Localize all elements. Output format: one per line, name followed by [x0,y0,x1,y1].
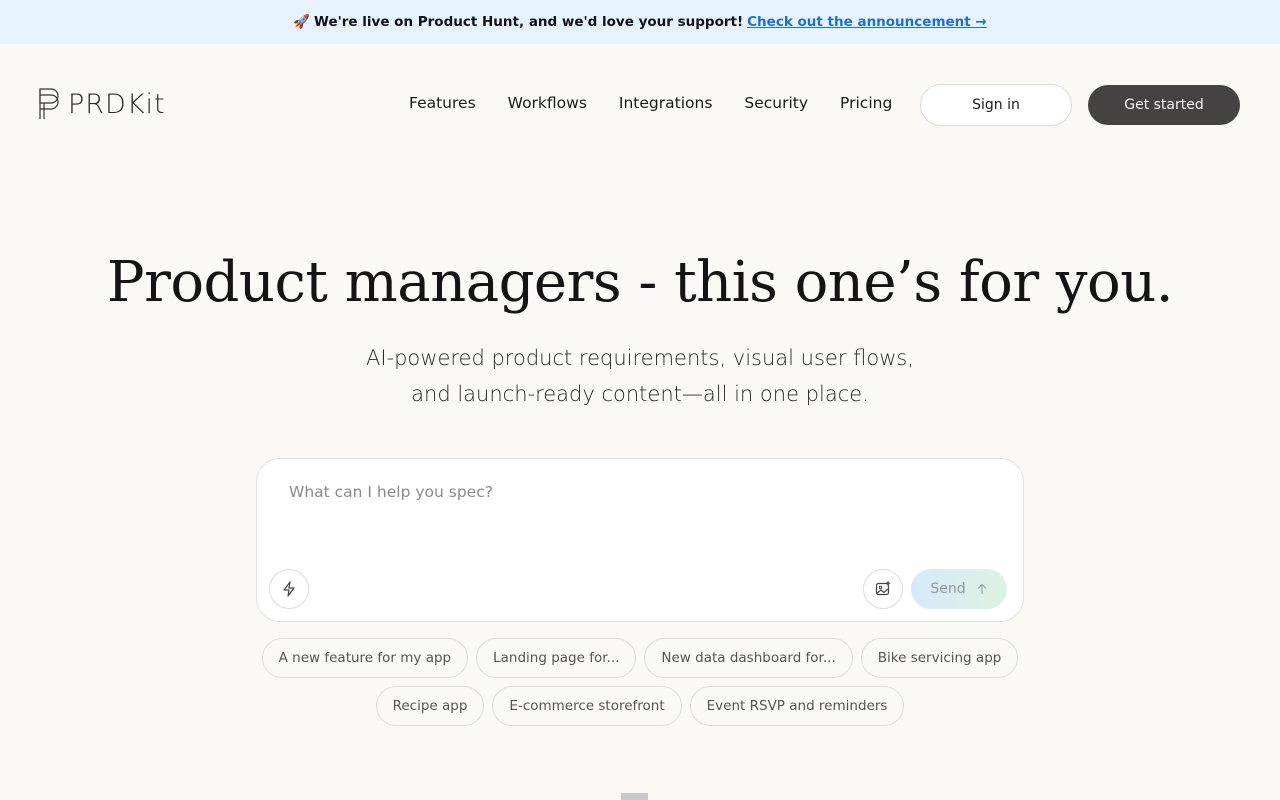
suggestion-chip[interactable]: Recipe app [375,686,485,726]
section-peek-marker [621,793,648,800]
suggestion-chip[interactable]: Landing page for... [476,638,637,678]
hero-subtitle-line-1: AI-powered product requirements, visual … [365,346,915,370]
nav-security[interactable]: Security [744,94,808,112]
send-label: Send [930,581,966,597]
suggestion-chip[interactable]: New data dashboard for... [644,638,853,678]
hero-title: Product managers - this one’s for you. [106,250,1174,315]
prompt-input-box[interactable]: What can I help you spec? Send [256,458,1024,622]
announcement-link[interactable]: Check out the announcement → [747,14,987,30]
suggestion-chip[interactable]: Bike servicing app [860,638,1019,678]
arrow-up-icon [977,583,987,594]
nav-features[interactable]: Features [409,94,476,112]
main-nav: Features Workflows Integrations Security… [409,94,892,112]
image-upload-icon [875,581,891,596]
suggestion-row-2: Recipe app E-commerce storefront Event R… [0,686,1280,726]
sign-in-button[interactable]: Sign in [920,84,1072,126]
send-button[interactable]: Send [911,569,1007,609]
hero-subtitle: AI-powered product requirements, visual … [0,340,1280,412]
banner-text: We're live on Product Hunt, and we'd lov… [314,14,744,30]
quick-actions-button[interactable] [269,569,309,609]
prompt-placeholder[interactable]: What can I help you spec? [289,483,493,501]
logo[interactable]: PRDKit [38,86,166,122]
logo-text: PRDKit [68,88,166,120]
nav-integrations[interactable]: Integrations [619,94,712,112]
logo-mark-icon [39,88,59,119]
nav-pricing[interactable]: Pricing [840,94,892,112]
lightning-icon [283,581,295,597]
rocket-icon: 🚀 [293,14,311,30]
suggestion-chip[interactable]: A new feature for my app [261,638,469,678]
nav-workflows[interactable]: Workflows [508,94,587,112]
get-started-button[interactable]: Get started [1088,85,1240,125]
suggestion-row-1: A new feature for my app Landing page fo… [0,638,1280,678]
hero-subtitle-line-2: and launch-ready content—all in one plac… [411,382,869,406]
upload-image-button[interactable] [863,569,903,609]
announcement-banner: 🚀 We're live on Product Hunt, and we'd l… [0,0,1280,44]
suggestion-chip[interactable]: Event RSVP and reminders [689,686,905,726]
suggestion-chip[interactable]: E-commerce storefront [492,686,682,726]
